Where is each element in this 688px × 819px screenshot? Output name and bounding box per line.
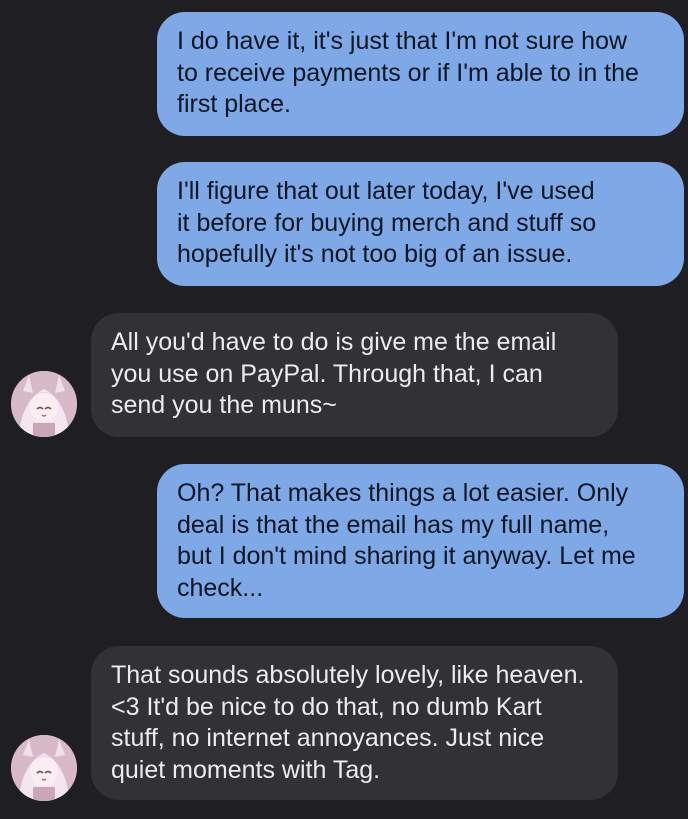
incoming-message-bubble[interactable]: All you'd have to do is give me the emai… (91, 313, 618, 437)
contact-avatar[interactable] (11, 735, 77, 801)
outgoing-message-bubble[interactable]: Oh? That makes things a lot easier. Only… (157, 464, 684, 618)
outgoing-message-bubble[interactable]: I do have it, it's just that I'm not sur… (157, 12, 684, 136)
anime-avatar-icon (11, 735, 77, 801)
message-thread: I do have it, it's just that I'm not sur… (0, 0, 688, 819)
contact-avatar[interactable] (11, 371, 77, 437)
anime-avatar-icon (11, 371, 77, 437)
outgoing-message-bubble[interactable]: I'll figure that out later today, I've u… (157, 162, 684, 286)
incoming-message-bubble[interactable]: That sounds absolutely lovely, like heav… (91, 646, 618, 800)
